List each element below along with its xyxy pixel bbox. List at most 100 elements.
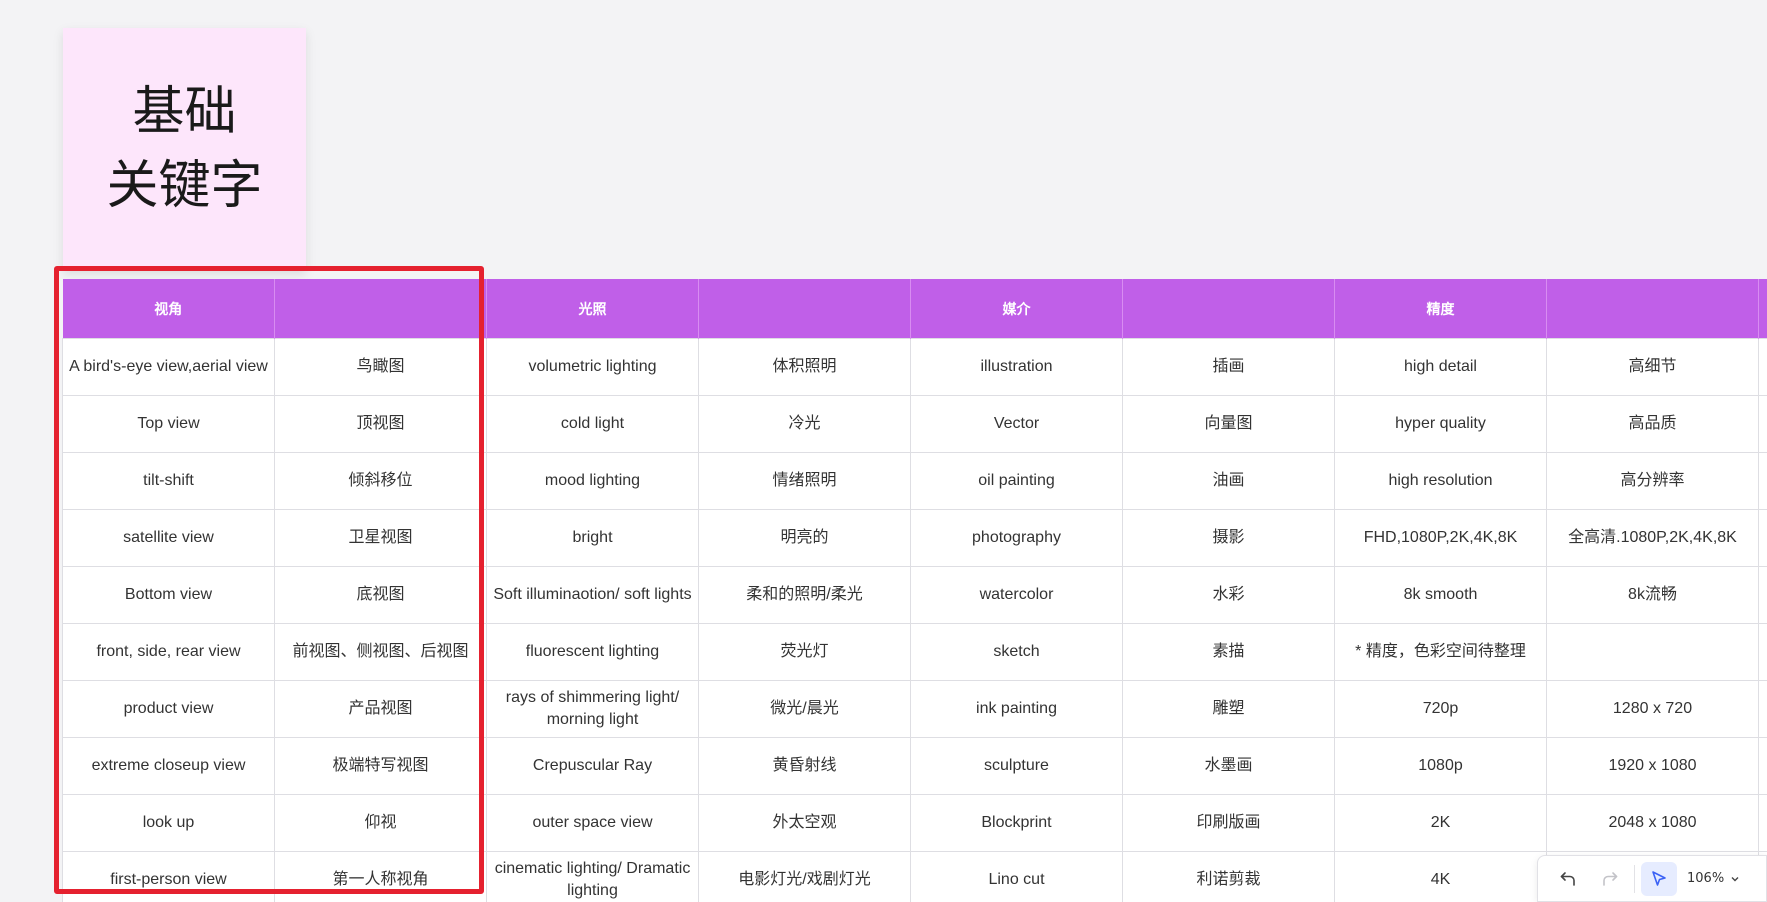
table-cell[interactable]: Soft illuminaotion/ soft lights: [486, 566, 699, 624]
table-cell[interactable]: A bird's-eye view,aerial view: [62, 338, 275, 396]
table-cell[interactable]: 8k流畅: [1546, 566, 1759, 624]
table-cell[interactable]: hyper quality: [1334, 395, 1547, 453]
table-cell[interactable]: 2K: [1334, 794, 1547, 852]
table-header-cell[interactable]: 媒介: [910, 279, 1123, 339]
table-cell[interactable]: 利诺剪裁: [1122, 851, 1335, 902]
table-cell[interactable]: satellite view: [62, 509, 275, 567]
table-cell[interactable]: product view: [62, 680, 275, 738]
table-cell[interactable]: [1758, 623, 1767, 681]
table-cell[interactable]: 顶视图: [274, 395, 487, 453]
table-cell[interactable]: 雕塑: [1122, 680, 1335, 738]
table-cell[interactable]: watercolor: [910, 566, 1123, 624]
table-cell[interactable]: oil painting: [910, 452, 1123, 510]
table-cell[interactable]: 第一人称视角: [274, 851, 487, 902]
table-cell[interactable]: 印刷版画: [1122, 794, 1335, 852]
table-cell[interactable]: 全高清.1080P,2K,4K,8K: [1546, 509, 1759, 567]
table-header-cell[interactable]: 精度: [1334, 279, 1547, 339]
table-cell[interactable]: 倾斜移位: [274, 452, 487, 510]
table-header-cell[interactable]: 光照: [486, 279, 699, 339]
table-cell[interactable]: fluorescent lighting: [486, 623, 699, 681]
table-cell[interactable]: 摄影: [1122, 509, 1335, 567]
table-cell[interactable]: high detail: [1334, 338, 1547, 396]
sticky-note[interactable]: 基础 关键字: [63, 28, 306, 270]
table-cell[interactable]: 高分辨率: [1546, 452, 1759, 510]
table-cell[interactable]: 底视图: [274, 566, 487, 624]
zoom-control[interactable]: 106%: [1687, 871, 1740, 886]
table-cell[interactable]: cold light: [486, 395, 699, 453]
table-cell[interactable]: photography: [910, 509, 1123, 567]
table-cell[interactable]: 微光/晨光: [698, 680, 911, 738]
table-cell[interactable]: extreme closeup view: [62, 737, 275, 795]
table-cell[interactable]: * 精度，色彩空间待整理: [1334, 623, 1547, 681]
table-header-cell[interactable]: [1546, 279, 1759, 339]
table-cell[interactable]: 高细节: [1546, 338, 1759, 396]
table-cell[interactable]: 明亮的: [698, 509, 911, 567]
table-cell[interactable]: 鸟瞰图: [274, 338, 487, 396]
table-cell[interactable]: 仰视: [274, 794, 487, 852]
table-cell[interactable]: Bottom view: [62, 566, 275, 624]
table-cell[interactable]: high resolution: [1334, 452, 1547, 510]
table-header-cell[interactable]: [1758, 279, 1767, 339]
table-cell[interactable]: front, side, rear view: [62, 623, 275, 681]
table-cell[interactable]: 荧光灯: [698, 623, 911, 681]
table-cell[interactable]: Blockprint: [910, 794, 1123, 852]
table-cell[interactable]: mood lighting: [486, 452, 699, 510]
table-cell[interactable]: Lino cut: [910, 851, 1123, 902]
table-cell[interactable]: Top view: [62, 395, 275, 453]
table-header-cell[interactable]: [698, 279, 911, 339]
table-cell[interactable]: cinematic lighting/ Dramatic lighting: [486, 851, 699, 902]
table-cell[interactable]: 8k smooth: [1334, 566, 1547, 624]
table-cell[interactable]: 电影灯光/戏剧灯光: [698, 851, 911, 902]
table-cell[interactable]: [1758, 338, 1767, 396]
table-cell[interactable]: 向量图: [1122, 395, 1335, 453]
table-cell[interactable]: volumetric lighting: [486, 338, 699, 396]
table-cell[interactable]: [1758, 566, 1767, 624]
table-cell[interactable]: 素描: [1122, 623, 1335, 681]
table-cell[interactable]: look up: [62, 794, 275, 852]
table-cell[interactable]: 4K: [1334, 851, 1547, 902]
table-cell[interactable]: 1080p: [1334, 737, 1547, 795]
table-cell[interactable]: 前视图、侧视图、后视图: [274, 623, 487, 681]
table-cell[interactable]: sketch: [910, 623, 1123, 681]
table-cell[interactable]: 外太空观: [698, 794, 911, 852]
table-header-cell[interactable]: 视角: [62, 279, 275, 339]
table-cell[interactable]: 2048 x 1080: [1546, 794, 1759, 852]
table-cell[interactable]: 高品质: [1546, 395, 1759, 453]
table-cell[interactable]: first-person view: [62, 851, 275, 902]
table-cell[interactable]: [1758, 737, 1767, 795]
table-cell[interactable]: Crepuscular Ray: [486, 737, 699, 795]
table-cell[interactable]: bright: [486, 509, 699, 567]
table-cell[interactable]: [1546, 623, 1759, 681]
table-cell[interactable]: 柔和的照明/柔光: [698, 566, 911, 624]
undo-button[interactable]: [1550, 862, 1586, 896]
redo-button[interactable]: [1592, 862, 1628, 896]
table-cell[interactable]: [1758, 509, 1767, 567]
table-cell[interactable]: [1758, 395, 1767, 453]
table-cell[interactable]: FHD,1080P,2K,4K,8K: [1334, 509, 1547, 567]
table-cell[interactable]: 水墨画: [1122, 737, 1335, 795]
table-cell[interactable]: [1758, 794, 1767, 852]
table-cell[interactable]: 1280 x 720: [1546, 680, 1759, 738]
keyword-table[interactable]: 视角 光照 媒介 精度 A bird's-eye view,aerial vie…: [62, 279, 1767, 902]
table-cell[interactable]: 卫星视图: [274, 509, 487, 567]
table-cell[interactable]: 油画: [1122, 452, 1335, 510]
table-header-cell[interactable]: [1122, 279, 1335, 339]
table-cell[interactable]: [1758, 452, 1767, 510]
table-cell[interactable]: sculpture: [910, 737, 1123, 795]
select-tool-button[interactable]: [1641, 861, 1677, 896]
table-cell[interactable]: illustration: [910, 338, 1123, 396]
table-cell[interactable]: 水彩: [1122, 566, 1335, 624]
table-cell[interactable]: 情绪照明: [698, 452, 911, 510]
table-cell[interactable]: 极端特写视图: [274, 737, 487, 795]
table-cell[interactable]: 插画: [1122, 338, 1335, 396]
table-cell[interactable]: 720p: [1334, 680, 1547, 738]
table-cell[interactable]: tilt-shift: [62, 452, 275, 510]
table-cell[interactable]: 冷光: [698, 395, 911, 453]
table-cell[interactable]: 产品视图: [274, 680, 487, 738]
table-cell[interactable]: 体积照明: [698, 338, 911, 396]
table-cell[interactable]: 黄昏射线: [698, 737, 911, 795]
table-cell[interactable]: ink painting: [910, 680, 1123, 738]
table-cell[interactable]: Vector: [910, 395, 1123, 453]
table-cell[interactable]: outer space view: [486, 794, 699, 852]
table-header-cell[interactable]: [274, 279, 487, 339]
